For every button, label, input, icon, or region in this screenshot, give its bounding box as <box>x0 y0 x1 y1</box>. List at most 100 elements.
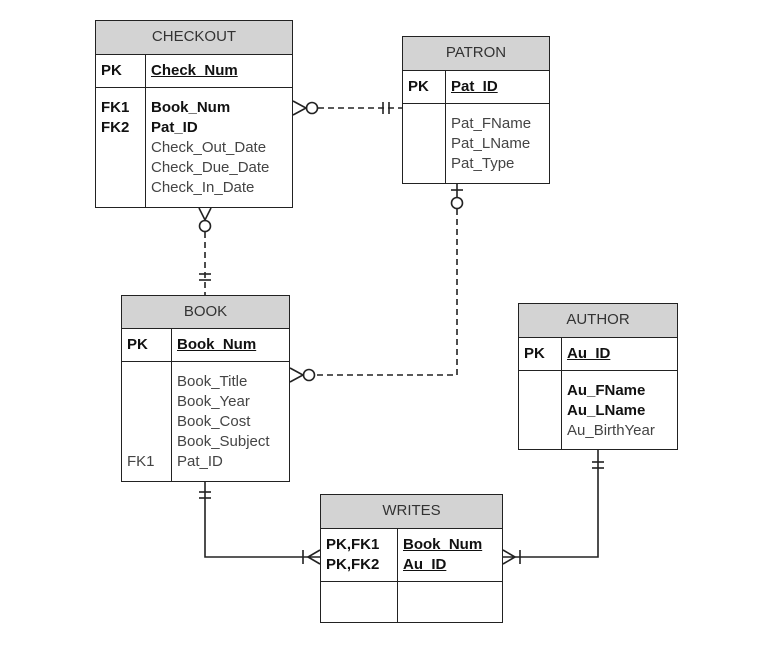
attribute-name: Pat_Type <box>451 155 515 172</box>
key-column: FK1 FK2 <box>96 88 146 207</box>
key-label: FK1 <box>127 453 155 470</box>
attribute-row: Au_BirthYear <box>567 421 677 441</box>
key-column: PK <box>96 55 146 87</box>
attribute-row: Book_Year <box>177 392 289 412</box>
attribute-row: Au_ID <box>403 555 502 575</box>
key-column: PK <box>403 71 446 103</box>
key-column: PK,FK1 PK,FK2 <box>321 529 398 581</box>
attribute-section <box>321 582 502 622</box>
attribute-column: Au_ID <box>562 338 677 370</box>
key-label: FK1 <box>101 99 130 116</box>
attribute-row: Check_Due_Date <box>151 158 292 178</box>
attribute-row: Book_Title <box>177 372 289 392</box>
attribute-row: Au_LName <box>567 401 677 421</box>
key-label: PK,FK2 <box>326 556 380 573</box>
attribute-column: Book_Title Book_Year Book_Cost Book_Subject… <box>172 362 289 481</box>
key-label: PK <box>101 62 122 79</box>
attribute-row: Check_In_Date <box>151 178 292 198</box>
attribute-name: Au_ID <box>403 556 447 573</box>
attribute-name: Book_Num <box>151 99 231 116</box>
key-label <box>408 114 445 134</box>
attribute-row: Check_Out_Date <box>151 138 292 158</box>
attribute-row: Pat_ID <box>177 452 289 472</box>
rel-checkout-patron <box>292 100 402 116</box>
entity-writes[interactable]: WRITES PK,FK1 PK,FK2 Book_Num Au_ID <box>320 494 503 623</box>
key-label <box>101 158 145 178</box>
attribute-column <box>398 582 502 622</box>
key-column: FK1 <box>122 362 172 481</box>
attribute-row: Book_Num <box>151 98 292 118</box>
attribute-column: Book_Num Au_ID <box>398 529 502 581</box>
attribute-name: Book_Title <box>177 373 248 390</box>
attribute-name: Pat_LName <box>451 135 531 152</box>
key-label <box>127 372 171 392</box>
rel-writes-author <box>502 450 604 565</box>
entity-title: BOOK <box>122 296 289 329</box>
key-column <box>403 104 446 183</box>
key-label <box>101 178 145 198</box>
attribute-row: Pat_Type <box>451 154 549 174</box>
attribute-name: Pat_FName <box>451 115 532 132</box>
attribute-name: Book_Subject <box>177 433 270 450</box>
attribute-row: Book_Cost <box>177 412 289 432</box>
rel-book-patron <box>289 184 464 383</box>
entity-checkout[interactable]: CHECKOUT PK Check_Num FK1 FK2 Book_Num Pat_ID… <box>95 20 293 208</box>
key-label <box>524 401 561 421</box>
primary-key-section: PK Check_Num <box>96 55 292 88</box>
key-label <box>408 154 445 174</box>
attribute-name: Book_Num <box>403 536 483 553</box>
attribute-row: Au_FName <box>567 381 677 401</box>
attribute-name: Pat_ID <box>177 453 223 470</box>
key-label: PK <box>127 336 148 353</box>
rel-checkout-book <box>198 207 212 295</box>
key-label <box>101 138 145 158</box>
attribute-name: Pat_ID <box>151 119 198 136</box>
attribute-section: Pat_FName Pat_LName Pat_Type <box>403 104 549 183</box>
attribute-row: Pat_ID <box>451 77 549 97</box>
attribute-row: Book_Num <box>177 335 289 355</box>
attribute-section: FK1 Book_Title Book_Year Book_Cost Book_Subj… <box>122 362 289 481</box>
key-column: PK <box>519 338 562 370</box>
attribute-row: Book_Subject <box>177 432 289 452</box>
attribute-row: Pat_LName <box>451 134 549 154</box>
attribute-column: Au_FName Au_LName Au_BirthYear <box>562 371 677 449</box>
key-label: FK2 <box>101 119 130 136</box>
rel-writes-book <box>199 482 321 565</box>
entity-author[interactable]: AUTHOR PK Au_ID Au_FName Au_LName Au_BirthYe… <box>518 303 678 450</box>
primary-key-section: PK Book_Num <box>122 329 289 362</box>
attribute-row: Check_Num <box>151 61 292 81</box>
attribute-name: Au_FName <box>567 382 646 399</box>
entity-title: AUTHOR <box>519 304 677 338</box>
attribute-section: FK1 FK2 Book_Num Pat_ID Check_Out_Date Check… <box>96 88 292 207</box>
attribute-name: Book_Year <box>177 393 250 410</box>
attribute-name: Check_Out_Date <box>151 139 267 156</box>
attribute-name: Au_BirthYear <box>567 422 655 439</box>
attribute-row: Pat_FName <box>451 114 549 134</box>
key-column <box>519 371 562 449</box>
attribute-column: Pat_ID <box>446 71 549 103</box>
attribute-column: Book_Num Pat_ID Check_Out_Date Check_Due_Da… <box>146 88 292 207</box>
entity-title: PATRON <box>403 37 549 71</box>
primary-key-section: PK Pat_ID <box>403 71 549 104</box>
entity-book[interactable]: BOOK PK Book_Num FK1 Book_Title Book_Year Boo… <box>121 295 290 482</box>
key-label <box>127 392 171 412</box>
key-label <box>524 381 561 401</box>
attribute-row: Au_ID <box>567 344 677 364</box>
attribute-section: Au_FName Au_LName Au_BirthYear <box>519 371 677 449</box>
primary-key-section: PK,FK1 PK,FK2 Book_Num Au_ID <box>321 529 502 582</box>
attribute-name: Book_Cost <box>177 413 251 430</box>
key-label: PK <box>408 78 429 95</box>
attribute-name: Book_Num <box>177 336 257 353</box>
key-label <box>127 432 171 452</box>
attribute-column: Book_Num <box>172 329 289 361</box>
key-label <box>524 421 561 441</box>
entity-title: CHECKOUT <box>96 21 292 55</box>
entity-patron[interactable]: PATRON PK Pat_ID Pat_FName Pat_LName Pat_Typ… <box>402 36 550 184</box>
attribute-name: Au_ID <box>567 345 611 362</box>
key-column: PK <box>122 329 172 361</box>
key-label: PK,FK1 <box>326 536 380 553</box>
attribute-name: Check_Num <box>151 62 238 79</box>
attribute-name: Check_In_Date <box>151 179 255 196</box>
attribute-column: Pat_FName Pat_LName Pat_Type <box>446 104 549 183</box>
key-label: PK <box>524 345 545 362</box>
